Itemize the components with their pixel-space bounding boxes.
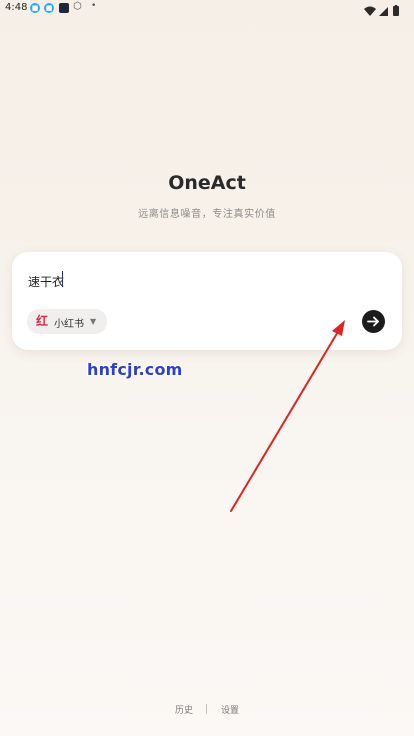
footer-divider [206,704,207,714]
history-link[interactable]: 历史 [175,703,193,716]
signal-icon [379,7,388,16]
source-select[interactable]: 红 小红书 ▼ [27,309,107,334]
status-right-icons [363,2,403,16]
search-input[interactable] [28,272,328,290]
search-card: 红 小红书 ▼ [12,252,402,350]
status-indicators [364,5,399,16]
xiaohongshu-logo-icon: 红 [36,314,49,328]
wifi-icon [364,6,376,16]
send-button[interactable] [362,310,385,333]
app-dark-icon [59,3,69,13]
app-subtitle: 远离信息噪音，专注真实价值 [138,209,276,220]
arrow-right-icon [367,316,379,327]
chevron-down-icon: ▼ [90,317,97,326]
source-label: 小红书 [54,319,84,330]
app-title: OneAct [168,172,246,194]
watermark-text: hnfcjr.com [87,360,183,379]
app-blue-icon: ■ [44,3,54,13]
cube-icon: ⬡ [73,1,82,12]
app-blue-icon: ■ [30,3,40,13]
annotation-arrow [230,320,345,512]
settings-link[interactable]: 设置 [221,703,239,716]
footer: 历史 设置 [0,703,414,717]
status-bar: 4:48 ■ ■ ⬡ • [0,0,414,18]
battery-icon [393,6,399,16]
status-time: 4:48 [5,2,28,13]
text-caret [62,271,63,287]
dot-icon: • [91,1,97,11]
